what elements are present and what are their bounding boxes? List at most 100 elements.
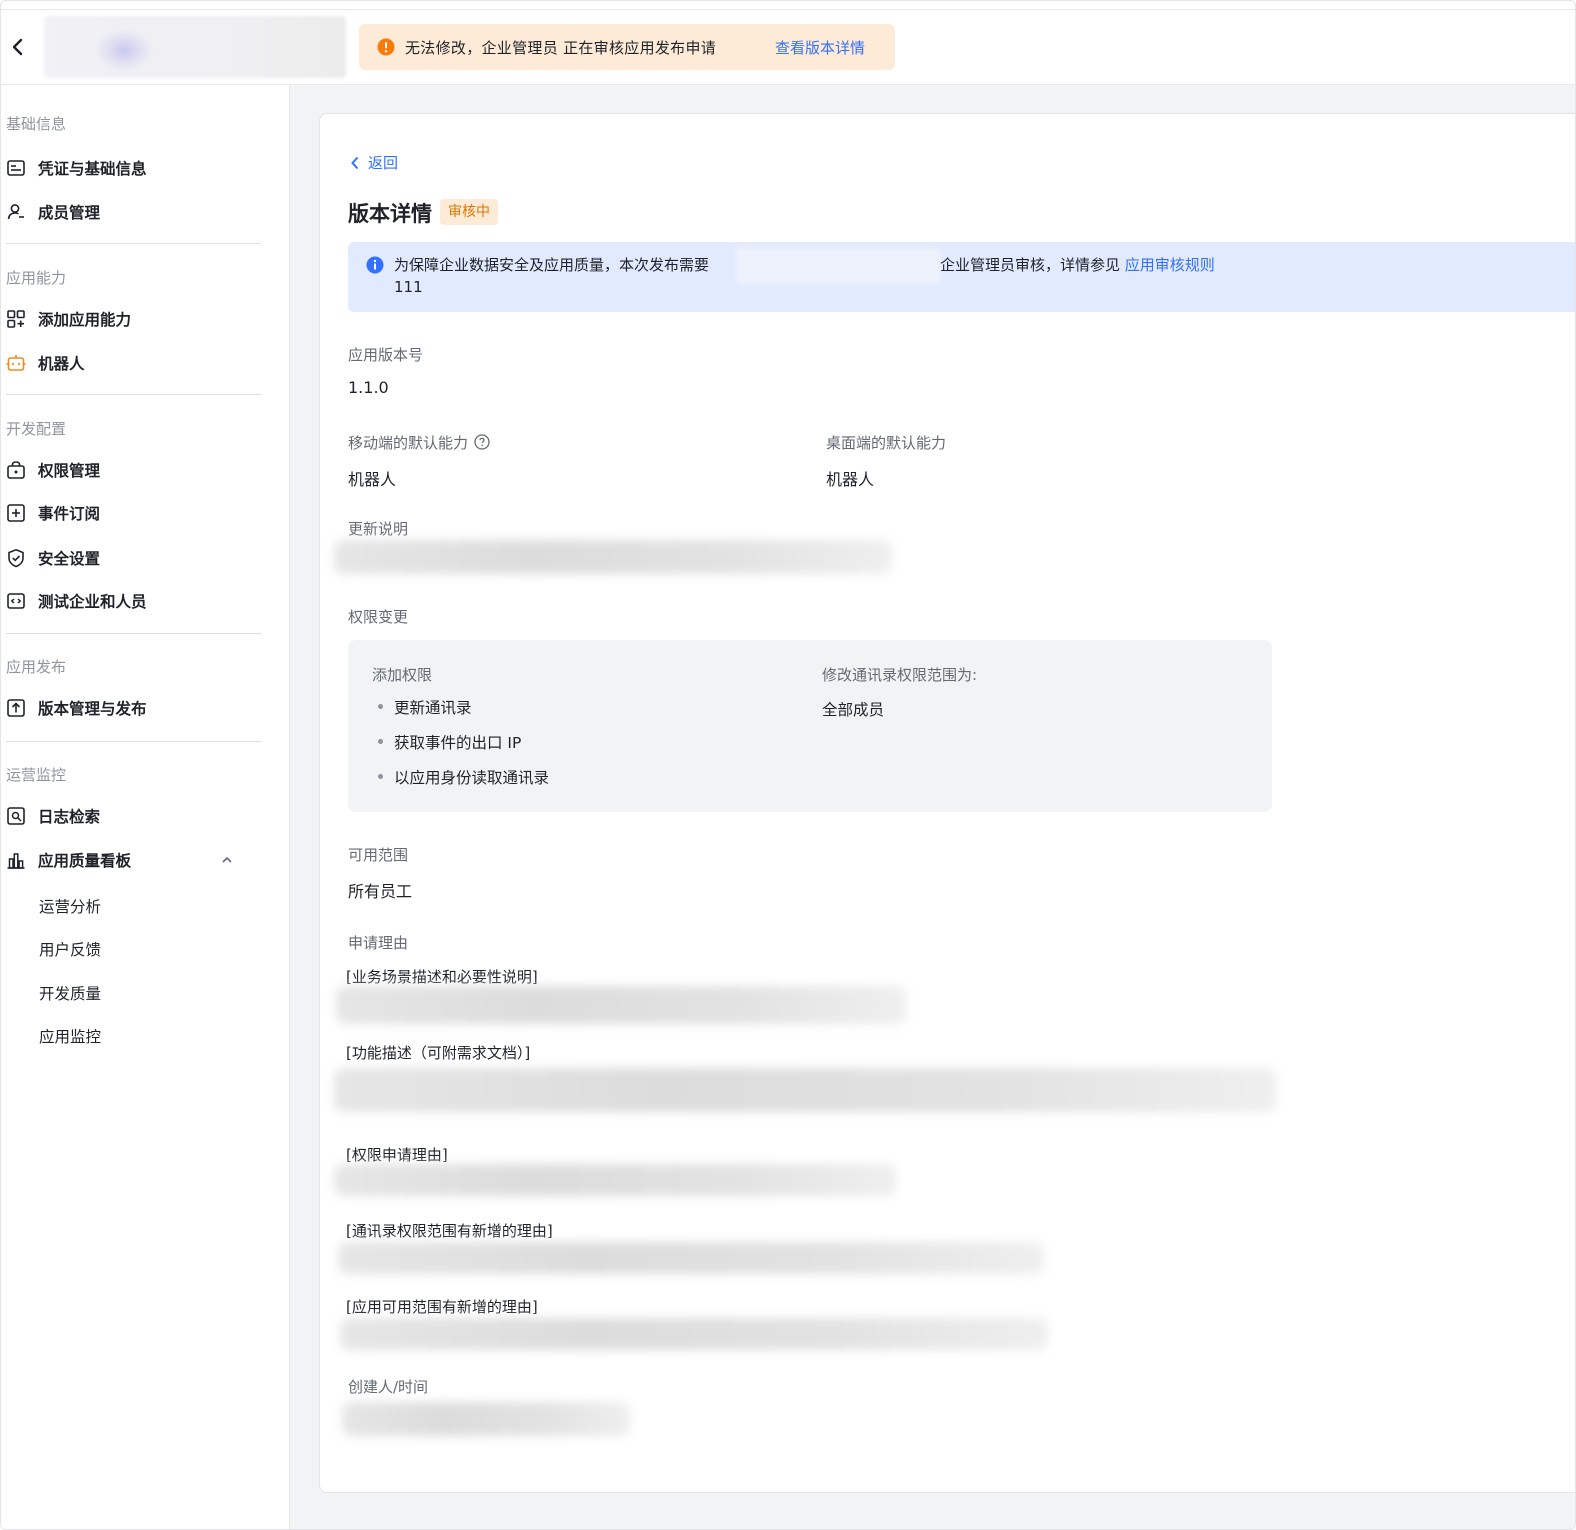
upload-icon <box>6 698 26 718</box>
user-icon <box>6 202 26 222</box>
redacted-text <box>736 248 941 284</box>
info-text-cont: 企业管理员审核，详情参见 应用审核规则 <box>940 254 1215 275</box>
reason-contact-scope-label: [通讯录权限范围有新增的理由] <box>346 1222 553 1240</box>
mobile-capability-label-text: 移动端的默认能力 <box>348 434 469 452</box>
sidebar-subitem-ops-analysis[interactable]: 运营分析 <box>39 895 101 917</box>
shield-icon <box>6 548 26 568</box>
desktop-capability-label: 桌面端的默认能力 <box>826 434 947 452</box>
add-permission-title: 添加权限 <box>372 666 433 684</box>
sidebar-item-members[interactable]: 成员管理 <box>6 198 264 226</box>
group-title-release: 应用发布 <box>6 658 67 676</box>
sidebar-item-label: 添加应用能力 <box>38 311 132 329</box>
redacted-update-notes <box>334 540 892 574</box>
divider <box>6 243 261 244</box>
sidebar-item-quality-board[interactable]: 应用质量看板 <box>6 846 264 874</box>
group-title-ops: 运营监控 <box>6 766 67 784</box>
redacted-reason <box>336 986 906 1024</box>
contact-scope-title: 修改通讯录权限范围为: <box>822 666 978 684</box>
version-detail-card: 返回 版本详情 审核中 为保障企业数据安全及应用质量，本次发布需要 企业管理员审… <box>319 113 1575 1493</box>
info-text-line2: 111 <box>394 278 423 296</box>
sidebar: 基础信息 凭证与基础信息 成员管理 应用能力 添加应用能力 机器人 开发配置 权… <box>1 85 290 1529</box>
desktop-capability-value: 机器人 <box>826 470 875 489</box>
sidebar-item-label: 权限管理 <box>38 462 101 480</box>
sidebar-item-label: 事件订阅 <box>38 505 101 523</box>
version-label: 应用版本号 <box>348 346 424 364</box>
group-title-capability: 应用能力 <box>6 269 67 287</box>
redacted-creator <box>342 1402 630 1436</box>
sidebar-item-label: 应用质量看板 <box>38 852 132 870</box>
permission-item: 以应用身份读取通讯录 <box>372 766 549 801</box>
view-version-detail-link[interactable]: 查看版本详情 <box>775 37 865 58</box>
mobile-capability-label: 移动端的默认能力 <box>348 432 490 454</box>
sidebar-item-test-org[interactable]: 测试企业和人员 <box>6 587 264 615</box>
status-badge: 审核中 <box>440 199 498 225</box>
mobile-capability-value: 机器人 <box>348 470 397 489</box>
grid-add-icon <box>6 309 26 329</box>
reason-availability-label: [应用可用范围有新增的理由] <box>346 1298 538 1316</box>
top-bar: 无法修改，企业管理员 正在审核应用发布申请 查看版本详情 <box>1 9 1575 85</box>
help-icon[interactable] <box>474 433 490 454</box>
sidebar-item-label: 测试企业和人员 <box>38 593 147 611</box>
back-link[interactable]: 返回 <box>350 152 398 173</box>
application-reason-label: 申请理由 <box>348 934 409 952</box>
robot-icon <box>6 353 26 373</box>
creator-time-label: 创建人/时间 <box>348 1378 429 1396</box>
redacted-reason <box>334 1164 896 1196</box>
divider <box>6 394 261 395</box>
review-rules-link[interactable]: 应用审核规则 <box>1125 256 1215 274</box>
id-card-icon <box>6 158 26 178</box>
sidebar-item-label: 机器人 <box>38 355 85 373</box>
sidebar-subitem-user-feedback[interactable]: 用户反馈 <box>39 938 101 960</box>
chevron-left-icon <box>351 156 359 169</box>
sidebar-item-permissions[interactable]: 权限管理 <box>6 456 264 484</box>
info-icon <box>366 256 384 278</box>
permission-change-box: 添加权限 更新通讯录 获取事件的出口 IP 以应用身份读取通讯录 修改通讯录权限… <box>348 640 1272 812</box>
app-window: 无法修改，企业管理员 正在审核应用发布申请 查看版本详情 基础信息 凭证与基础信… <box>0 0 1576 1530</box>
event-icon <box>6 503 26 523</box>
sidebar-subitem-dev-quality[interactable]: 开发质量 <box>39 982 101 1004</box>
sidebar-item-label: 安全设置 <box>38 550 101 568</box>
sidebar-item-label: 版本管理与发布 <box>38 700 147 718</box>
sidebar-subitem-app-monitor[interactable]: 应用监控 <box>39 1025 101 1047</box>
divider <box>6 741 261 742</box>
review-warning-banner: 无法修改，企业管理员 正在审核应用发布申请 查看版本详情 <box>359 24 895 70</box>
chevron-up-icon[interactable] <box>220 852 234 871</box>
version-value: 1.1.0 <box>348 378 389 397</box>
permission-list: 更新通讯录 获取事件的出口 IP 以应用身份读取通讯录 <box>372 696 549 801</box>
sidebar-item-events[interactable]: 事件订阅 <box>6 499 264 527</box>
app-identity-blurred <box>44 16 346 78</box>
lock-box-icon <box>6 460 26 480</box>
bar-chart-icon <box>6 850 26 870</box>
reason-business-label: [业务场景描述和必要性说明] <box>346 968 538 986</box>
sidebar-item-label: 日志检索 <box>38 808 101 826</box>
group-title-dev-config: 开发配置 <box>6 420 67 438</box>
redacted-reason <box>338 1242 1044 1274</box>
code-box-icon <box>6 591 26 611</box>
warning-icon <box>377 38 395 56</box>
sidebar-item-add-capability[interactable]: 添加应用能力 <box>6 305 264 333</box>
sidebar-item-security[interactable]: 安全设置 <box>6 544 264 572</box>
sidebar-item-label: 凭证与基础信息 <box>38 160 147 178</box>
back-arrow-icon[interactable] <box>9 38 27 56</box>
availability-value: 所有员工 <box>348 882 413 901</box>
warning-text: 无法修改，企业管理员 正在审核应用发布申请 <box>405 39 717 57</box>
update-notes-label: 更新说明 <box>348 520 409 538</box>
reason-feature-label: [功能描述（可附需求文档）] <box>346 1044 531 1062</box>
contact-scope-value: 全部成员 <box>822 701 885 719</box>
sidebar-item-version-release[interactable]: 版本管理与发布 <box>6 694 264 722</box>
permission-item: 更新通讯录 <box>372 696 549 731</box>
sidebar-item-log-search[interactable]: 日志检索 <box>6 802 264 830</box>
info-text-after: 企业管理员审核，详情参见 <box>940 256 1125 274</box>
page-title: 版本详情 <box>348 202 432 226</box>
redacted-reason <box>340 1318 1048 1350</box>
availability-label: 可用范围 <box>348 846 409 864</box>
back-link-label: 返回 <box>368 154 399 172</box>
group-title-basic: 基础信息 <box>6 115 67 133</box>
permission-change-label: 权限变更 <box>348 608 409 626</box>
reason-permission-label: [权限申请理由] <box>346 1146 448 1164</box>
permission-item: 获取事件的出口 IP <box>372 731 549 766</box>
sidebar-item-robot[interactable]: 机器人 <box>6 349 264 377</box>
sidebar-item-label: 成员管理 <box>38 204 101 222</box>
sidebar-item-credentials[interactable]: 凭证与基础信息 <box>6 154 264 182</box>
divider <box>6 633 261 634</box>
